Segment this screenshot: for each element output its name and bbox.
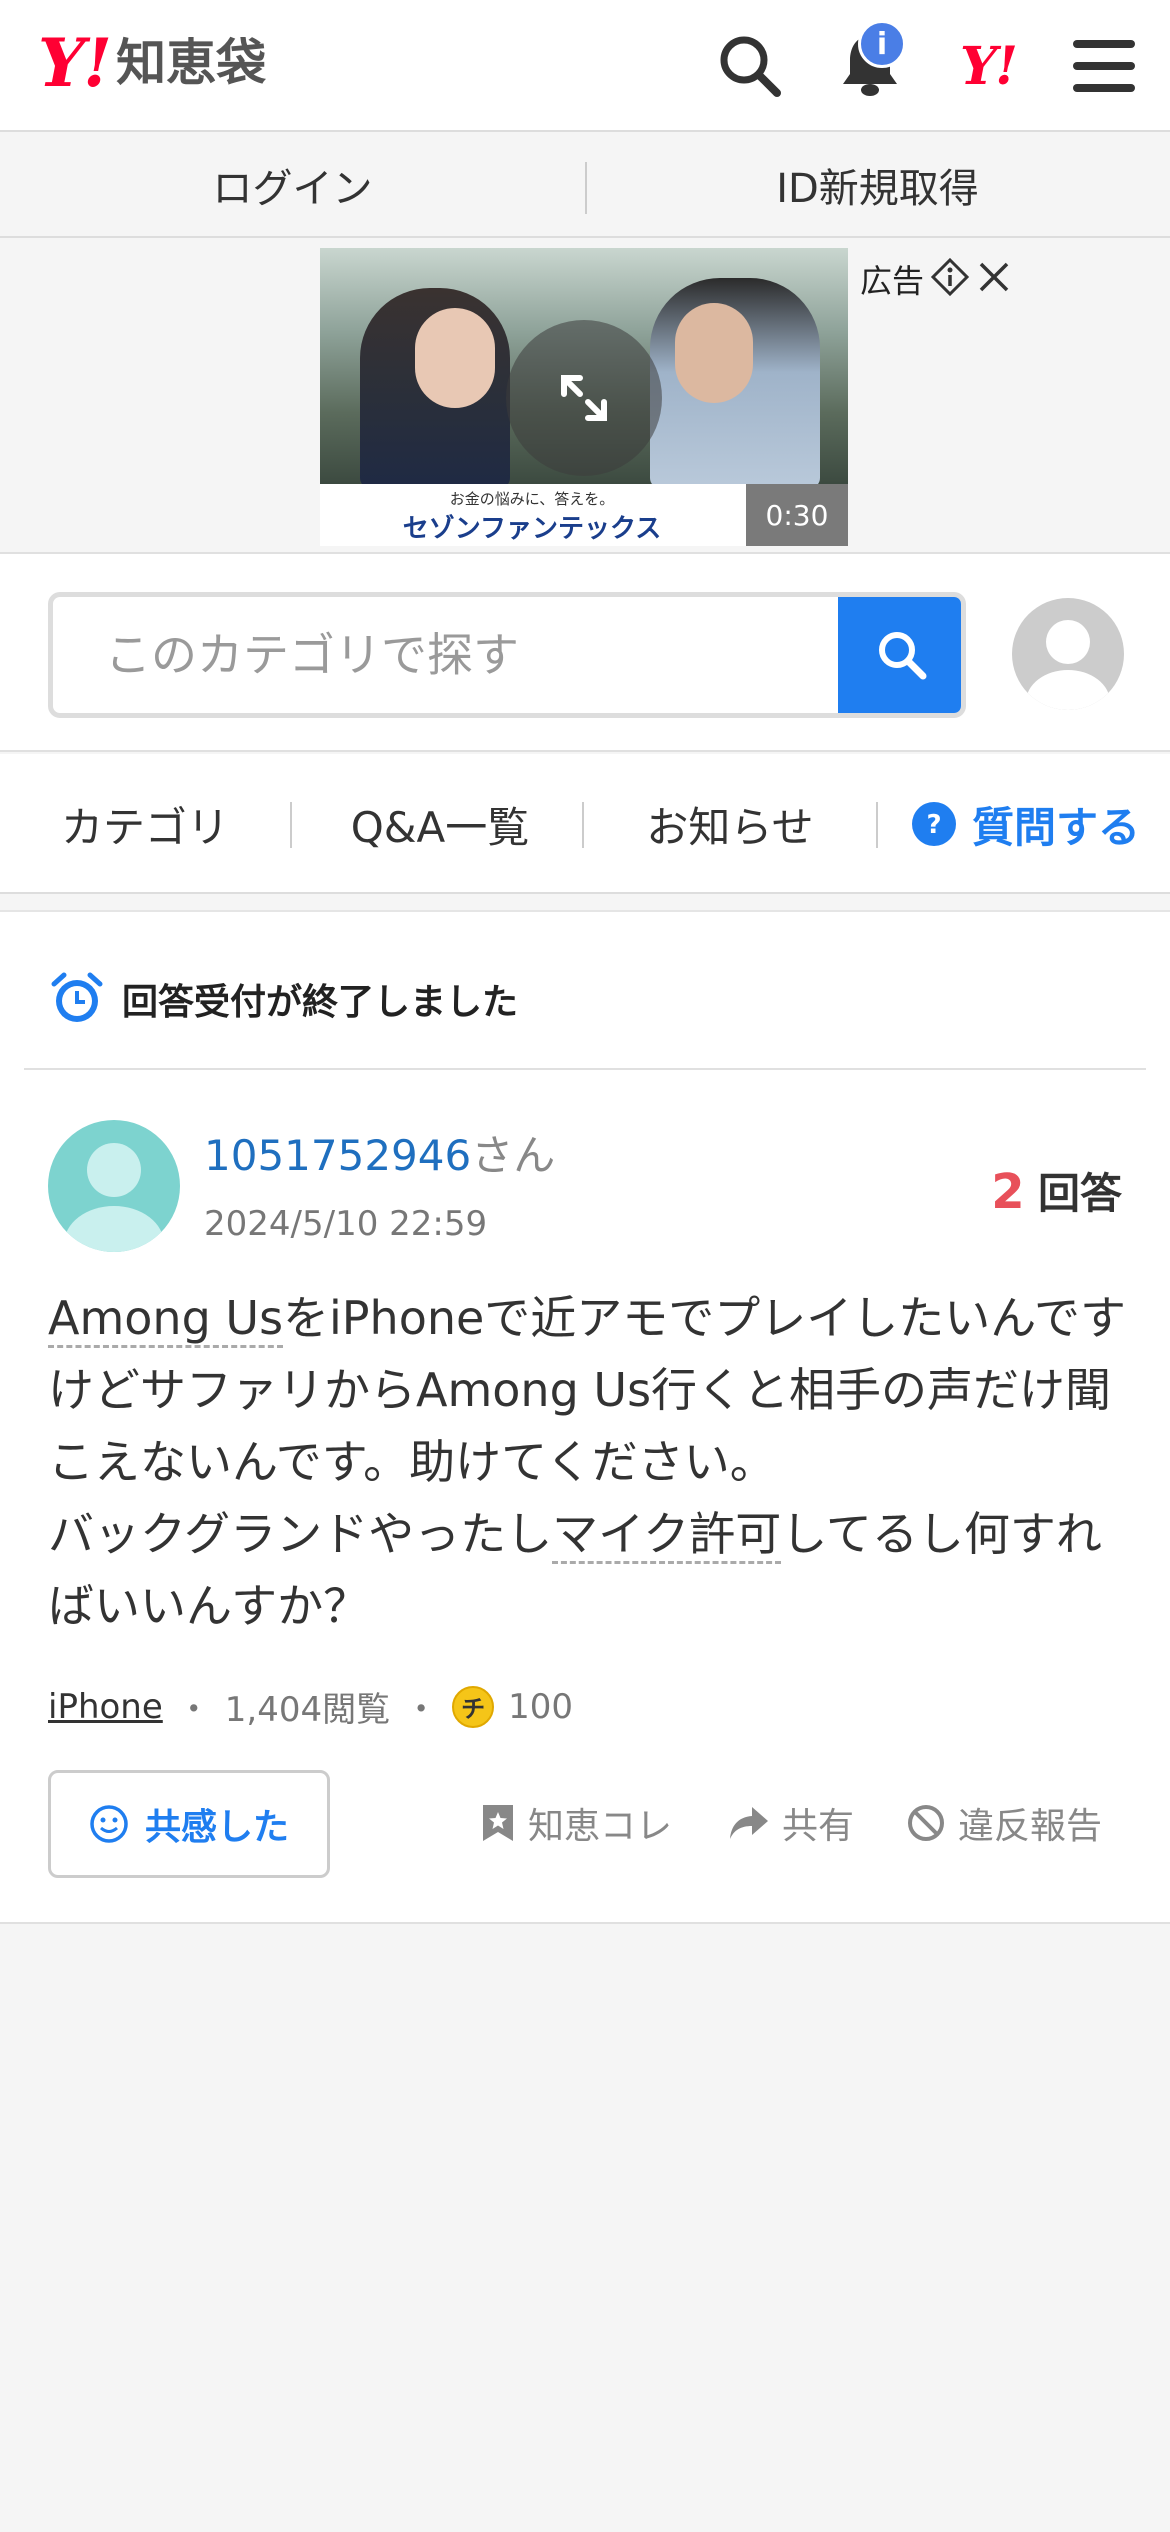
bookmark-label: 知恵コレ [528, 1806, 673, 1847]
nav-ask-label: 質問する [971, 802, 1140, 852]
prohibited-icon [908, 1805, 944, 1841]
empathy-button[interactable]: 共感した [48, 1770, 330, 1878]
keyword-link-mic-permission[interactable]: マイク許可 [552, 1507, 782, 1564]
ad-info-icon[interactable] [930, 257, 970, 301]
ad-duration: 0:30 [746, 484, 848, 546]
nav-divider [582, 802, 584, 848]
nav-news[interactable]: お知らせ [600, 754, 860, 894]
ad-tagline: お金の悩みに、答えを。 [449, 490, 615, 508]
category-search-input[interactable] [53, 597, 843, 713]
report-label: 違反報告 [958, 1806, 1103, 1847]
chie-coin-icon: チ [452, 1685, 495, 1728]
search-box [48, 592, 966, 718]
alarm-clock-icon [51, 972, 103, 1022]
question-text: バックグランドやったし [48, 1507, 553, 1561]
closed-notice: 回答受付が終了しました [50, 972, 518, 1026]
my-avatar[interactable] [1012, 598, 1124, 710]
login-bar: ログイン ID新規取得 [0, 134, 1170, 238]
yahoo-logo-mark: Y! [38, 24, 112, 102]
nav-ask-question[interactable]: ? 質問する [900, 754, 1150, 894]
ad-label-group: 広告 [860, 256, 1012, 302]
login-link[interactable]: ログイン [0, 156, 585, 214]
coin-count: 100 [508, 1686, 574, 1727]
yahoo-japan-mark: Y! [960, 35, 1018, 97]
logo-text: 知恵袋 [116, 34, 267, 92]
category-tag[interactable]: iPhone [48, 1687, 163, 1727]
share-icon [730, 1807, 768, 1839]
question-date: 2024/5/10 22:59 [204, 1204, 488, 1244]
question-icon: ? [911, 802, 956, 846]
ad-photo [320, 248, 848, 488]
menu-icon[interactable] [1064, 26, 1144, 106]
share-label: 共有 [782, 1806, 855, 1847]
svg-text:?: ? [926, 810, 941, 840]
empathy-button-label: 共感した [144, 1807, 289, 1848]
report-button[interactable]: 違反報告 [906, 1788, 1102, 1858]
smile-icon [90, 1805, 128, 1843]
nav-divider [290, 802, 292, 848]
ad-label: 広告 [860, 262, 925, 300]
keyword-link-among-us[interactable]: Among Us [48, 1291, 284, 1348]
user-avatar[interactable] [48, 1120, 180, 1252]
app-header: Y! 知恵袋 i Y! [0, 0, 1170, 132]
expand-icon[interactable] [506, 320, 662, 476]
answer-count[interactable]: 2 回答 [991, 1160, 1122, 1221]
answer-count-number: 2 [991, 1164, 1025, 1220]
nav-divider [876, 802, 878, 848]
ad-banner: お金の悩みに、答えを。 セゾンファンテックス 0:30 広告 [0, 240, 1170, 550]
ad-video[interactable]: お金の悩みに、答えを。 セゾンファンテックス 0:30 [320, 248, 848, 546]
chiebukuro-logo[interactable]: Y! 知恵袋 [38, 30, 266, 96]
question-card: 回答受付が終了しました 1051752946さん 2024/5/10 22:59… [0, 910, 1170, 1924]
user-id-link[interactable]: 1051752946 [204, 1131, 471, 1180]
category-search-row [0, 552, 1170, 752]
search-icon[interactable] [710, 26, 790, 106]
bookmark-icon [483, 1805, 513, 1841]
ad-close-icon[interactable] [976, 259, 1012, 299]
user-name: 1051752946さん [204, 1122, 555, 1183]
meta-separator: ・ [176, 1690, 211, 1730]
notification-bell-icon[interactable]: i [830, 20, 910, 106]
ad-brand: セゾンファンテックス [402, 514, 662, 544]
share-button[interactable]: 共有 [728, 1788, 854, 1858]
login-bar-divider [585, 162, 587, 214]
yahoo-japan-icon[interactable]: Y! [948, 26, 1028, 106]
card-divider [24, 1068, 1146, 1070]
meta-separator: ・ [404, 1690, 439, 1730]
search-button-icon [879, 632, 927, 680]
view-count: 1,404閲覧 [224, 1690, 391, 1730]
nav-category[interactable]: カテゴリ [20, 754, 270, 894]
signup-link[interactable]: ID新規取得 [585, 156, 1170, 214]
category-nav: カテゴリ Q&A一覧 お知らせ ? 質問する [0, 754, 1170, 894]
notification-badge: i [858, 20, 906, 68]
search-button[interactable] [838, 597, 961, 713]
user-suffix: さん [471, 1131, 556, 1180]
bookmark-button[interactable]: 知恵コレ [480, 1788, 672, 1858]
ad-face-right [675, 303, 753, 403]
question-meta: iPhone ・ 1,404閲覧 ・ チ 100 [48, 1682, 573, 1731]
nav-qa-list[interactable]: Q&A一覧 [310, 754, 570, 894]
question-body: Among UsをiPhoneで近アモでプレイしたいんですけどサファリからAmo… [48, 1282, 1138, 1642]
answer-count-label: 回答 [1037, 1169, 1122, 1218]
closed-notice-text: 回答受付が終了しました [122, 982, 519, 1023]
ad-face-left [415, 308, 495, 408]
